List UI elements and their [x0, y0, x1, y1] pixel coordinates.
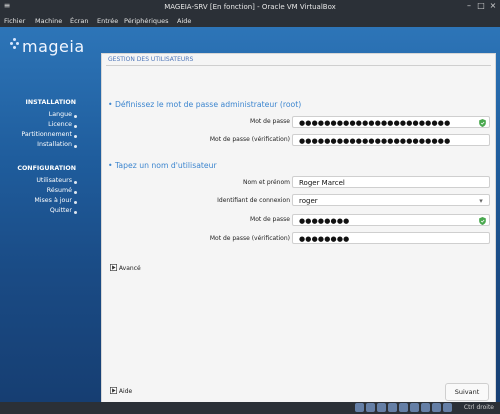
- full-name-value: Roger Marcel: [299, 179, 345, 187]
- user-password-label: Mot de passe: [250, 216, 290, 223]
- full-name-label: Nom et prénom: [242, 179, 290, 186]
- user-password-verify-field[interactable]: ●●●●●●●●: [292, 232, 490, 244]
- shield-icon: [479, 217, 486, 225]
- menu-aide[interactable]: Aide: [177, 17, 191, 25]
- sidebar-configuration-title: CONFIGURATION: [17, 165, 76, 172]
- menu-bar: Fichier Machine Écran Entrée Périphériqu…: [0, 14, 500, 27]
- user-password-verify-label: Mot de passe (vérification): [209, 235, 290, 242]
- root-password-mask: ●●●●●●●●●●●●●●●●●●●●●●●●: [299, 119, 451, 127]
- root-password-label: Mot de passe: [250, 118, 290, 125]
- mageia-logo-icon: [8, 38, 22, 52]
- sidebar-item-quitter[interactable]: Quitter: [0, 207, 78, 214]
- sidebar-item-utilisateurs[interactable]: Utilisateurs: [0, 177, 78, 184]
- host-key-label: Ctrl droite: [463, 404, 494, 411]
- display-icon[interactable]: [421, 403, 430, 412]
- user-password-field[interactable]: ●●●●●●●●: [292, 214, 490, 226]
- cd-icon[interactable]: [366, 403, 375, 412]
- sidebar-item-resume[interactable]: Résumé: [0, 187, 78, 194]
- menu-entree[interactable]: Entrée: [97, 17, 118, 25]
- menu-fichier[interactable]: Fichier: [4, 17, 25, 25]
- minimize-icon[interactable]: –: [464, 1, 474, 11]
- play-toggle-icon: [110, 264, 117, 271]
- maximize-icon[interactable]: □: [476, 1, 486, 11]
- usb-icon[interactable]: [399, 403, 408, 412]
- login-combobox[interactable]: roger ▾: [292, 194, 490, 206]
- full-name-input[interactable]: Roger Marcel: [292, 176, 490, 188]
- sidebar-item-installation[interactable]: Installation: [0, 141, 78, 148]
- menu-peripheriques[interactable]: Périphériques: [124, 17, 169, 25]
- sidebar-item-langue[interactable]: Langue: [0, 111, 78, 118]
- help-toggle-icon: [110, 387, 117, 394]
- shared-folder-icon[interactable]: [410, 403, 419, 412]
- menu-machine[interactable]: Machine: [35, 17, 62, 25]
- panel-header: GESTION DES UTILISATEURS: [108, 56, 194, 63]
- next-button[interactable]: Suivant: [445, 383, 489, 401]
- advanced-toggle[interactable]: Avancé: [110, 264, 141, 272]
- admin-section-bullet-icon: •: [108, 100, 115, 109]
- close-icon[interactable]: ×: [488, 1, 498, 11]
- admin-section-title: • Définissez le mot de passe administrat…: [108, 100, 302, 109]
- sidebar-item-mises-a-jour[interactable]: Mises à jour: [0, 197, 78, 204]
- audio-icon[interactable]: [377, 403, 386, 412]
- vm-status-bar: Ctrl droite: [0, 402, 500, 414]
- sidebar-installation-title: INSTALLATION: [25, 99, 77, 106]
- mageia-logo: mageia: [22, 37, 85, 56]
- user-management-panel: GESTION DES UTILISATEURS • Définissez le…: [101, 53, 496, 404]
- help-label: Aide: [118, 388, 133, 395]
- window-titlebar: ≡ MAGEIA-SRV [En fonction] - Oracle VM V…: [0, 0, 500, 14]
- login-label: Identifiant de connexion: [217, 197, 290, 204]
- user-section-bullet-icon: •: [108, 161, 115, 170]
- network-icon[interactable]: [388, 403, 397, 412]
- panel-divider: [106, 65, 491, 66]
- sidebar-item-partitionnement[interactable]: Partitionnement: [0, 131, 78, 138]
- login-value: roger: [299, 197, 318, 205]
- chevron-down-icon[interactable]: ▾: [476, 196, 486, 206]
- root-password-field[interactable]: ●●●●●●●●●●●●●●●●●●●●●●●●: [292, 116, 490, 128]
- sidebar-installation: INSTALLATION Langue Licence Partitionnem…: [0, 99, 78, 148]
- user-section-title: • Tapez un nom d'utilisateur: [108, 161, 217, 170]
- advanced-label: Avancé: [118, 265, 141, 272]
- shield-icon: [479, 119, 486, 127]
- root-password-verify-label: Mot de passe (vérification): [209, 136, 290, 143]
- user-password-mask: ●●●●●●●●: [299, 217, 350, 225]
- keyboard-icon[interactable]: [443, 403, 452, 412]
- window-title: MAGEIA-SRV [En fonction] - Oracle VM Vir…: [164, 3, 336, 11]
- menu-ecran[interactable]: Écran: [70, 17, 88, 25]
- help-toggle[interactable]: Aide: [110, 387, 132, 395]
- root-password-verify-field[interactable]: ●●●●●●●●●●●●●●●●●●●●●●●●: [292, 134, 490, 146]
- user-password-verify-mask: ●●●●●●●●: [299, 235, 350, 243]
- vm-display: mageia INSTALLATION Langue Licence Parti…: [0, 27, 500, 404]
- root-password-verify-mask: ●●●●●●●●●●●●●●●●●●●●●●●●: [299, 137, 451, 145]
- recording-icon[interactable]: [432, 403, 441, 412]
- disk-icon[interactable]: [355, 403, 364, 412]
- sidebar-configuration: CONFIGURATION Utilisateurs Résumé Mises …: [0, 165, 78, 214]
- sidebar-item-licence[interactable]: Licence: [0, 121, 78, 128]
